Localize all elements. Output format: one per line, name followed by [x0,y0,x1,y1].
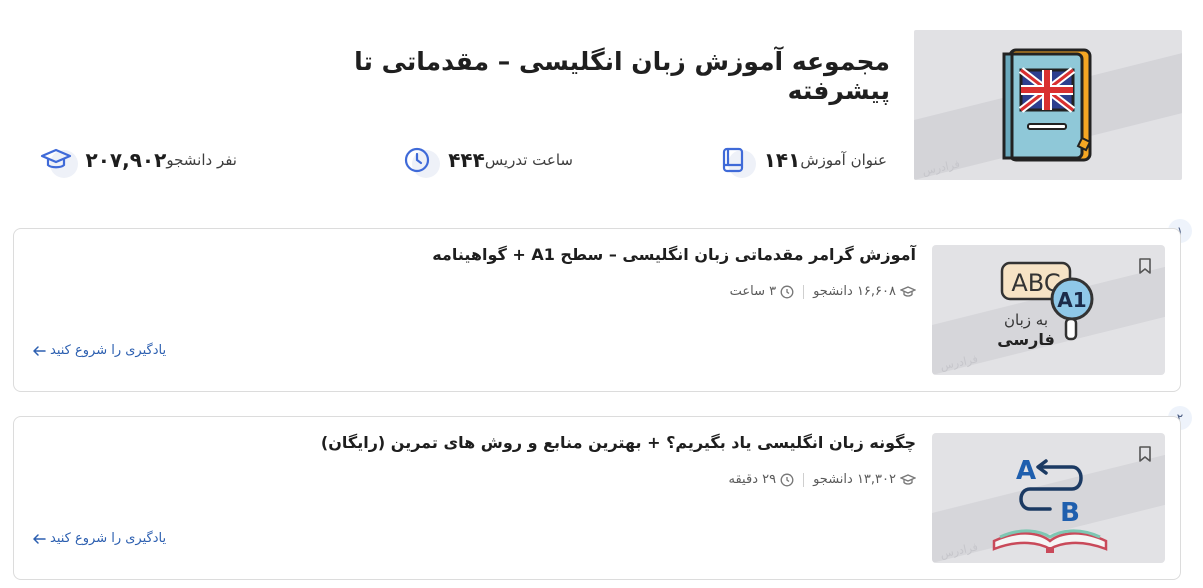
arrow-left-icon [33,345,46,356]
thumb-a1-badge: A1 [1057,288,1086,312]
course-students: ۱۳,۳۰۲ دانشجو [813,472,916,487]
bookmark-icon[interactable] [1137,257,1153,275]
thumb-caption-line1: به زبان [1004,311,1048,329]
course-title[interactable]: چگونه زبان انگلیسی یاد بگیریم؟ + بهترین … [276,433,916,452]
course-students: ۱۶,۶۰۸ دانشجو [813,284,916,299]
course-meta: ۱۶,۶۰۸ دانشجو ۳ ساعت [730,284,916,299]
english-book-uk-flag-icon [1002,48,1092,162]
course-duration-text: ۲۹ دقیقه [728,472,777,487]
meta-divider [803,472,805,487]
start-learning-link[interactable]: یادگیری را شروع کنید [32,531,166,546]
collection-cover-image: فرادرس [914,30,1182,180]
abc-a1-magnifier-icon: ABC A1 به زبان فارسی [997,261,1094,349]
meta-divider [803,284,805,299]
course-card[interactable]: فرادرس ABC A1 به زبان فارسی آموزش گرامر … [13,228,1181,392]
course-title[interactable]: آموزش گرامر مقدماتی زبان انگلیسی – سطح A… [276,245,916,264]
graduation-cap-icon [900,285,916,297]
graduation-cap-icon [40,142,78,178]
start-learning-label: یادگیری را شروع کنید [50,343,167,358]
clock-icon [780,473,794,486]
course-meta: ۱۳,۳۰۲ دانشجو ۲۹ دقیقه [729,472,916,487]
course-duration: ۳ ساعت [730,284,795,299]
teaching-hours-value: ۴۴۴ [448,148,485,172]
thumb-letter-a: A [1016,456,1036,486]
arrow-left-icon [33,533,46,544]
clock-icon [402,142,441,178]
course-thumbnail[interactable]: فرادرس A B [932,433,1165,563]
stat-teaching-hours: ۴۴۴ ساعت تدریس [394,142,573,178]
start-learning-link[interactable]: یادگیری را شروع کنید [32,343,166,358]
book-stack-icon [718,142,756,178]
course-students-text: ۱۳,۳۰۲ دانشجو [813,472,896,487]
course-card[interactable]: فرادرس A B چگونه زبان انگلیسی یاد بگیریم… [13,416,1181,580]
teaching-hours-label: ساعت تدریس [484,151,573,169]
course-students-text: ۱۶,۶۰۸ دانشجو [813,284,896,299]
start-learning-label: یادگیری را شروع کنید [50,531,167,546]
collection-title: مجموعه آموزش زبان انگلیسی – مقدماتی تا پ… [354,47,890,105]
course-thumbnail[interactable]: فرادرس ABC A1 به زبان فارسی [932,245,1165,375]
thumb-letter-b: B [1060,498,1080,528]
student-count-value: ۲۰۷,۹۰۲ [85,148,167,172]
course-count-label: عنوان آموزش [800,151,887,169]
course-duration: ۲۹ دقیقه [729,472,795,487]
course-count-value: ۱۴۱ [763,148,801,172]
clock-icon [780,285,794,298]
graduation-cap-icon [900,473,916,485]
course-duration-text: ۳ ساعت [729,284,777,299]
stat-student-count: ۲۰۷,۹۰۲ نفر دانشجو [32,142,237,178]
thumb-caption-line2: فارسی [997,330,1055,349]
student-count-label: نفر دانشجو [166,151,237,169]
bookmark-icon[interactable] [1137,445,1153,463]
a-to-b-open-book-icon: A B [992,456,1108,553]
stat-course-count: ۱۴۱ عنوان آموزش [710,142,887,178]
